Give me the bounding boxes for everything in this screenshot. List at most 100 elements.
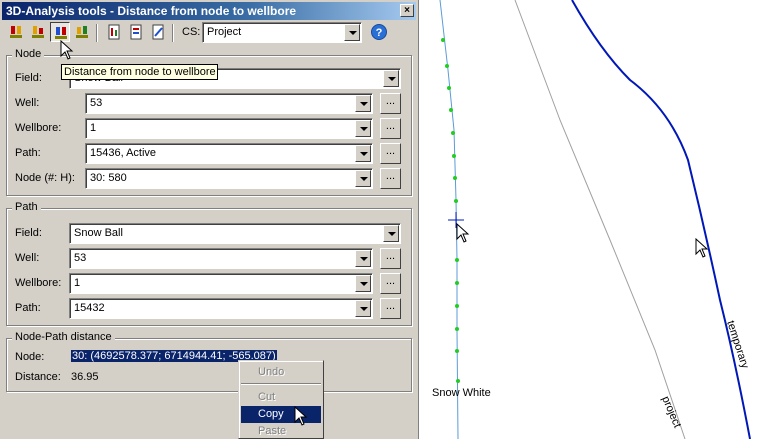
menu-item-copy[interactable]: Copy bbox=[241, 406, 321, 423]
well-label: Snow White bbox=[432, 387, 491, 399]
node-number-value: 30: 580 bbox=[90, 172, 127, 184]
mouse-pointer-icon bbox=[456, 222, 470, 243]
project-line[interactable] bbox=[514, 0, 686, 439]
temporary-line-label: temporary bbox=[724, 319, 751, 370]
node-path-select[interactable]: 15436, Active bbox=[85, 143, 373, 164]
well-node[interactable] bbox=[455, 304, 459, 308]
toolbar-separator bbox=[172, 24, 174, 42]
chevron-down-icon[interactable] bbox=[355, 170, 371, 187]
chevron-down-icon[interactable] bbox=[355, 120, 371, 137]
chevron-down-icon[interactable] bbox=[355, 250, 371, 267]
chevron-down-icon[interactable] bbox=[355, 145, 371, 162]
measure-icon bbox=[32, 26, 44, 38]
well-node[interactable] bbox=[455, 349, 459, 353]
path-path-select[interactable]: 15432 bbox=[69, 298, 373, 319]
close-button[interactable]: × bbox=[400, 4, 414, 17]
node-number-browse-button[interactable]: ... bbox=[380, 168, 401, 189]
path-wellbore-browse-button[interactable]: ... bbox=[380, 273, 401, 294]
help-icon: ? bbox=[371, 24, 387, 40]
chevron-down-icon[interactable] bbox=[383, 225, 399, 242]
tool-distance-path-path-button[interactable] bbox=[72, 22, 92, 42]
node-group-title: Node bbox=[12, 48, 45, 60]
well-node[interactable] bbox=[455, 258, 459, 262]
tool-distance-node-wellbore-button[interactable] bbox=[50, 22, 70, 42]
path-path-value: 15432 bbox=[74, 302, 105, 314]
well-node[interactable] bbox=[445, 64, 449, 68]
node-wellbore-select[interactable]: 1 bbox=[85, 118, 373, 139]
tool-settings-button[interactable] bbox=[148, 22, 168, 42]
well-node[interactable] bbox=[452, 154, 456, 158]
document-edit-icon bbox=[152, 24, 164, 40]
menu-item-undo[interactable]: Undo bbox=[241, 364, 321, 381]
distance-node-label: Node: bbox=[15, 351, 45, 363]
path-wellbore-value: 1 bbox=[74, 277, 81, 289]
path-wellbore-label: Wellbore: bbox=[15, 277, 62, 289]
node-number-select[interactable]: 30: 580 bbox=[85, 168, 373, 189]
path-path-browse-button[interactable]: ... bbox=[380, 298, 401, 319]
path-well-browse-button[interactable]: ... bbox=[380, 248, 401, 269]
path-well-value: 53 bbox=[74, 252, 87, 264]
well-node[interactable] bbox=[455, 327, 459, 331]
node-wellbore-label: Wellbore: bbox=[15, 122, 62, 134]
path-well-select[interactable]: 53 bbox=[69, 248, 373, 269]
title-bar[interactable]: 3D-Analysis tools - Distance from node t… bbox=[2, 2, 416, 20]
chevron-down-icon[interactable] bbox=[344, 24, 360, 41]
distance-group bbox=[6, 338, 412, 392]
node-path-value: 15436, Active bbox=[90, 147, 157, 159]
cs-value: Project bbox=[207, 26, 242, 38]
tool-distance-node-node-button[interactable] bbox=[6, 22, 26, 42]
path-field-select[interactable]: Snow Ball bbox=[69, 223, 401, 244]
window-title: 3D-Analysis tools - Distance from node t… bbox=[6, 4, 297, 18]
well-node[interactable] bbox=[451, 131, 455, 135]
path-path-label: Path: bbox=[15, 302, 41, 314]
node-well-browse-button[interactable]: ... bbox=[380, 93, 401, 114]
node-number-label: Node (#: H): bbox=[15, 172, 75, 184]
cs-label: CS: bbox=[182, 26, 201, 38]
well-node[interactable] bbox=[455, 281, 459, 285]
help-glyph: ? bbox=[376, 27, 383, 39]
temporary-line[interactable] bbox=[571, 0, 751, 439]
map-view[interactable]: Snow White project temporary bbox=[420, 0, 782, 439]
node-wellbore-browse-button[interactable]: ... bbox=[380, 118, 401, 139]
mouse-pointer-icon bbox=[60, 40, 74, 60]
toolbar-separator bbox=[96, 24, 98, 42]
chevron-down-icon[interactable] bbox=[383, 70, 399, 87]
menu-item-cut[interactable]: Cut bbox=[241, 389, 321, 406]
well-node[interactable] bbox=[447, 86, 451, 90]
distance-label: Distance: bbox=[15, 371, 61, 383]
analysis-dialog: 3D-Analysis tools - Distance from node t… bbox=[0, 0, 419, 439]
distance-value[interactable]: 36.95 bbox=[71, 371, 99, 383]
node-path-label: Path: bbox=[15, 147, 41, 159]
measure-icon bbox=[76, 26, 88, 38]
help-button[interactable]: ? bbox=[370, 23, 390, 43]
document-icon bbox=[130, 24, 142, 40]
tool-report-button[interactable] bbox=[104, 22, 124, 42]
node-path-browse-button[interactable]: ... bbox=[380, 143, 401, 164]
well-node[interactable] bbox=[453, 176, 457, 180]
well-node[interactable] bbox=[456, 379, 460, 383]
tool-distance-node-path-button[interactable] bbox=[28, 22, 48, 42]
chevron-down-icon[interactable] bbox=[355, 95, 371, 112]
measure-wellbore-icon bbox=[55, 27, 67, 39]
well-node[interactable] bbox=[449, 108, 453, 112]
well-node[interactable] bbox=[454, 199, 458, 203]
document-icon bbox=[108, 24, 120, 40]
cs-select[interactable]: Project bbox=[202, 22, 362, 43]
toolbar-tooltip: Distance from node to wellbore bbox=[61, 64, 218, 80]
path-well-label: Well: bbox=[15, 252, 40, 264]
path-wellbore-select[interactable]: 1 bbox=[69, 273, 373, 294]
chevron-down-icon[interactable] bbox=[355, 300, 371, 317]
path-group-title: Path bbox=[12, 201, 41, 213]
tool-export-button[interactable] bbox=[126, 22, 146, 42]
well-node[interactable] bbox=[441, 38, 445, 42]
measure-icon bbox=[10, 26, 22, 38]
chevron-down-icon[interactable] bbox=[355, 275, 371, 292]
mouse-pointer-icon bbox=[294, 406, 308, 426]
node-well-select[interactable]: 53 bbox=[85, 93, 373, 114]
node-wellbore-value: 1 bbox=[90, 122, 97, 134]
menu-item-paste[interactable]: Paste bbox=[241, 423, 321, 440]
close-icon: × bbox=[404, 5, 410, 16]
node-well-value: 53 bbox=[90, 97, 103, 109]
context-menu: Undo Cut Copy Paste bbox=[238, 360, 324, 439]
path-field-value: Snow Ball bbox=[74, 227, 123, 239]
